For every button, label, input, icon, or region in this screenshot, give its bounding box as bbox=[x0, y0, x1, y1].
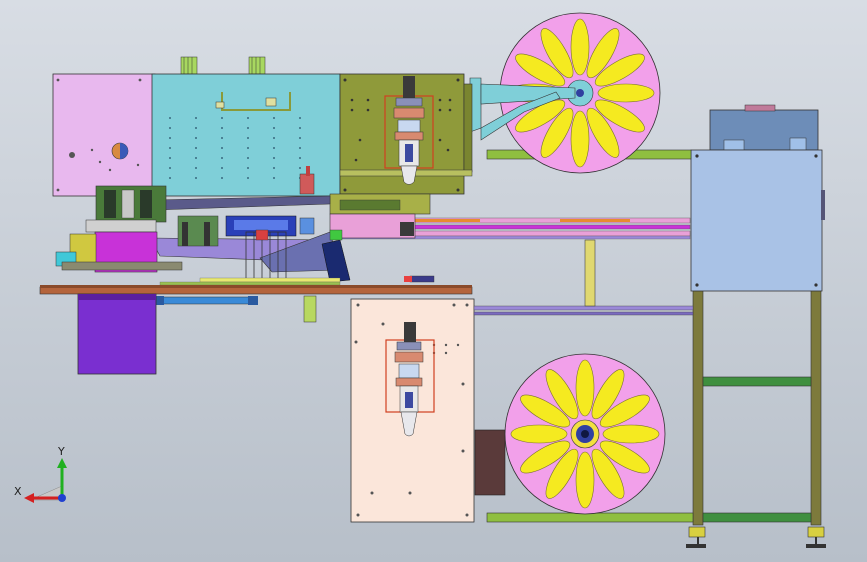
mounting-hole bbox=[169, 137, 171, 139]
mounting-hole bbox=[247, 117, 249, 119]
mounting-hole bbox=[299, 167, 301, 169]
right-control-box[interactable] bbox=[690, 104, 825, 292]
lower-mount-panel[interactable] bbox=[350, 298, 475, 523]
mounting-hole bbox=[169, 157, 171, 159]
mounting-hole bbox=[195, 167, 197, 169]
mounting-hole bbox=[221, 127, 223, 129]
mounting-hole bbox=[299, 147, 301, 149]
reel-petal bbox=[575, 451, 595, 509]
mounting-hole bbox=[195, 137, 197, 139]
mounting-hole bbox=[221, 137, 223, 139]
mounting-hole bbox=[221, 147, 223, 149]
mounting-hole bbox=[169, 127, 171, 129]
x-axis-label: X bbox=[14, 485, 22, 498]
mounting-hole bbox=[273, 147, 275, 149]
reel-petal bbox=[570, 110, 590, 168]
mounting-hole bbox=[299, 127, 301, 129]
y-axis-label: Y bbox=[57, 445, 65, 458]
mounting-hole bbox=[221, 177, 223, 179]
lower-rail bbox=[486, 512, 694, 523]
olive-mount-plate[interactable] bbox=[339, 73, 473, 195]
mounting-hole bbox=[247, 137, 249, 139]
reel-petal bbox=[510, 424, 568, 444]
mounting-hole bbox=[169, 147, 171, 149]
mounting-hole bbox=[247, 127, 249, 129]
mounting-hole bbox=[169, 177, 171, 179]
mounting-hole bbox=[247, 177, 249, 179]
reel-petal bbox=[570, 18, 590, 76]
mounting-hole bbox=[169, 117, 171, 119]
mounting-hole bbox=[273, 137, 275, 139]
mounting-hole bbox=[273, 117, 275, 119]
cyan-drive-block[interactable] bbox=[151, 56, 341, 197]
mounting-hole bbox=[169, 167, 171, 169]
mounting-hole bbox=[195, 127, 197, 129]
mounting-hole bbox=[299, 157, 301, 159]
mounting-hole bbox=[195, 177, 197, 179]
mounting-hole bbox=[273, 127, 275, 129]
mounting-hole bbox=[247, 157, 249, 159]
mounting-hole bbox=[273, 157, 275, 159]
mounting-hole bbox=[247, 147, 249, 149]
mid-rail-a bbox=[473, 305, 694, 311]
purple-base-box[interactable] bbox=[77, 293, 157, 375]
cad-viewport[interactable]: X Y bbox=[0, 0, 867, 562]
mounting-hole bbox=[195, 117, 197, 119]
mounting-hole bbox=[195, 157, 197, 159]
mounting-hole bbox=[273, 167, 275, 169]
mounting-hole bbox=[221, 117, 223, 119]
reel-petal bbox=[575, 359, 595, 417]
vertical-post bbox=[584, 239, 596, 307]
left-housing-panel[interactable] bbox=[52, 73, 156, 197]
mounting-hole bbox=[299, 137, 301, 139]
mounting-hole bbox=[221, 157, 223, 159]
mounting-hole bbox=[195, 147, 197, 149]
reel-petal bbox=[602, 424, 660, 444]
mounting-hole bbox=[247, 167, 249, 169]
mid-rail-b bbox=[473, 311, 694, 316]
mounting-hole bbox=[273, 177, 275, 179]
mounting-hole bbox=[221, 167, 223, 169]
reel-petal bbox=[597, 83, 655, 103]
mounting-hole bbox=[299, 117, 301, 119]
